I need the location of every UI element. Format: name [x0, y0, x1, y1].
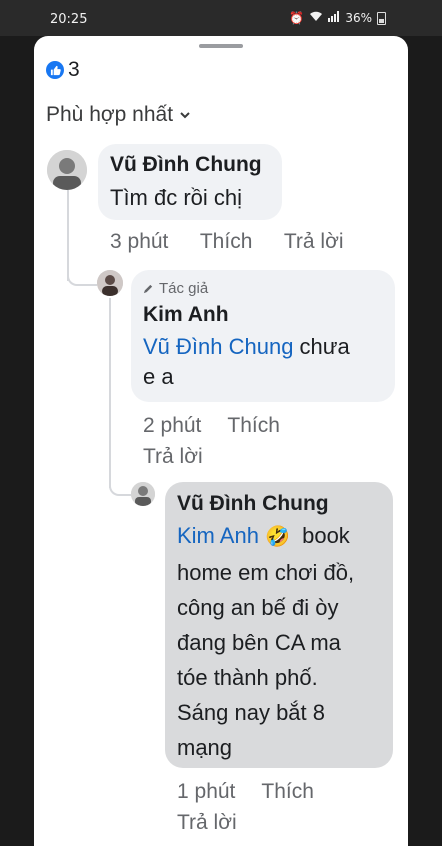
- reply-button[interactable]: Trả lời: [284, 230, 344, 253]
- reply-button[interactable]: Trả lời: [143, 445, 203, 468]
- comment-bubble[interactable]: Vũ Đình Chung Kim Anh 🤣 book home em chơ…: [165, 482, 393, 768]
- reaction-summary[interactable]: 3: [46, 58, 80, 82]
- comment-author[interactable]: Kim Anh: [143, 303, 229, 327]
- comment-actions: 2 phút Thích Trả lời: [143, 410, 306, 472]
- thread-curve-1: [67, 251, 97, 286]
- like-button[interactable]: Thích: [227, 414, 280, 437]
- wifi-icon: [309, 11, 323, 25]
- emoji-icon: 🤣: [265, 526, 290, 548]
- battery-percent: 36%: [345, 11, 372, 25]
- like-button[interactable]: Thích: [261, 780, 314, 803]
- thread-curve-2: [109, 464, 133, 496]
- mention-link[interactable]: Vũ Đình Chung: [143, 334, 293, 359]
- avatar[interactable]: [97, 270, 123, 296]
- comment-actions: 1 phút Thích Trả lời: [177, 776, 340, 838]
- pencil-icon: [143, 284, 153, 294]
- comment-text-line6: Sáng nay bắt 8: [177, 700, 326, 725]
- comment-text: Kim Anh 🤣 book home em chơi đồ, công an …: [177, 518, 389, 765]
- comment-text-line1: chưa: [293, 334, 350, 359]
- author-badge-label: Tác giả: [159, 280, 209, 297]
- comment-actions: 3 phút Thích Trả lời: [110, 230, 370, 254]
- avatar[interactable]: [47, 150, 87, 190]
- drag-handle[interactable]: [199, 44, 243, 48]
- comment-text-line7: mạng: [177, 735, 233, 760]
- comment-time: 1 phút: [177, 780, 236, 803]
- mention-link[interactable]: Kim Anh: [177, 523, 259, 548]
- status-time: 20:25: [50, 12, 88, 27]
- battery-icon: [377, 11, 386, 25]
- reply-button[interactable]: Trả lời: [177, 811, 237, 834]
- comment-text: Vũ Đình Chung chưa e a: [143, 332, 391, 392]
- alarm-icon: ⏰: [289, 11, 305, 25]
- status-bar: 20:25 ⏰ 36%: [0, 0, 442, 36]
- status-icons: ⏰ 36%: [289, 11, 386, 25]
- sort-label: Phù hợp nhất: [46, 103, 174, 126]
- comment-author[interactable]: Vũ Đình Chung: [110, 153, 262, 177]
- thread-line-2: [109, 298, 111, 488]
- comment-bubble[interactable]: Tác giả Kim Anh Vũ Đình Chung chưa e a: [131, 270, 395, 402]
- thumbs-up-icon: [46, 61, 64, 79]
- comments-sheet: 3 Phù hợp nhất Vũ Đình Chung Tìm đc rồi …: [34, 36, 408, 846]
- comment-time: 2 phút: [143, 414, 202, 437]
- comment-time: 3 phút: [110, 230, 169, 253]
- author-badge: Tác giả: [143, 280, 208, 297]
- sort-dropdown[interactable]: Phù hợp nhất: [46, 103, 191, 127]
- comment-bubble[interactable]: Vũ Đình Chung Tìm đc rồi chị: [98, 144, 282, 220]
- comment-text-line5: tóe thành phố.: [177, 665, 318, 690]
- like-button[interactable]: Thích: [200, 230, 253, 253]
- chevron-down-icon: [180, 112, 190, 119]
- reaction-count: 3: [68, 58, 80, 81]
- comment-text-line2: home em chơi đồ,: [177, 560, 355, 585]
- avatar[interactable]: [131, 482, 155, 506]
- comment-text: Tìm đc rồi chị: [110, 185, 243, 210]
- signal-icon: [328, 11, 340, 25]
- comment-text-line4: đang bên CA ma: [177, 630, 341, 655]
- comment-text-line1: book: [302, 523, 350, 548]
- comment-author[interactable]: Vũ Đình Chung: [177, 492, 329, 516]
- comment-text-line3: công an bế đi òy: [177, 595, 339, 620]
- comment-text-line2: e a: [143, 364, 174, 389]
